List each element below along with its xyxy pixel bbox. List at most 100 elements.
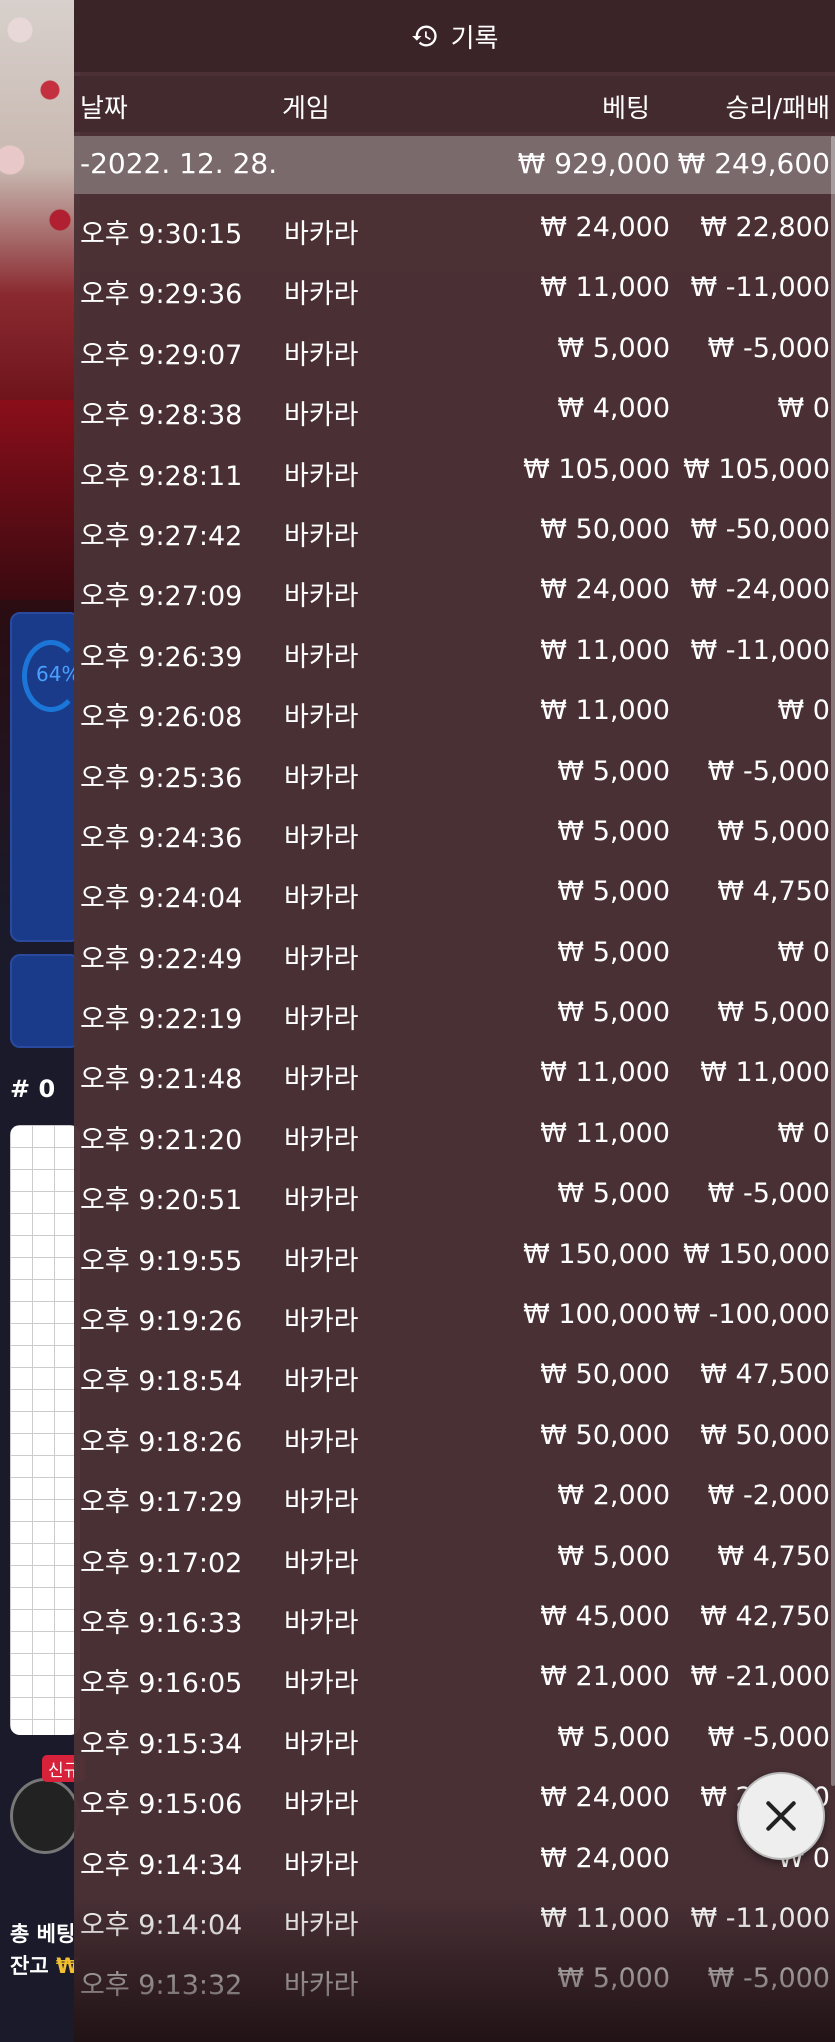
history-row[interactable]: 오후 9:29:36 바카라 ₩ 11,000 ₩ -11,000 bbox=[74, 258, 835, 318]
row-game: 바카라 bbox=[284, 1366, 359, 1398]
row-game: 바카라 bbox=[284, 702, 359, 734]
history-row[interactable]: 오후 9:29:07 바카라 ₩ 5,000 ₩ -5,000 bbox=[74, 319, 835, 379]
balance-row: 잔고 ₩ bbox=[10, 1950, 79, 1980]
date-summary-row[interactable]: -2022. 12. 28. ₩ 929,000 ₩ 249,600 bbox=[74, 136, 835, 194]
history-row[interactable]: 오후 9:24:04 바카라 ₩ 5,000 ₩ 4,750 bbox=[74, 862, 835, 922]
bet-panel-secondary[interactable] bbox=[10, 954, 80, 1048]
row-bet: ₩ 5,000 bbox=[557, 1178, 670, 1210]
row-bet: ₩ 11,000 bbox=[540, 1117, 670, 1149]
row-time: 오후 9:26:39 bbox=[80, 641, 243, 673]
row-time: 오후 9:28:11 bbox=[80, 460, 243, 492]
row-bet: ₩ 45,000 bbox=[540, 1600, 670, 1632]
history-row[interactable]: 오후 9:28:11 바카라 ₩ 105,000 ₩ 105,000 bbox=[74, 440, 835, 500]
row-result: ₩ 5,000 bbox=[717, 997, 830, 1029]
history-row[interactable]: 오후 9:22:19 바카라 ₩ 5,000 ₩ 5,000 bbox=[74, 983, 835, 1043]
history-row[interactable]: 오후 9:28:38 바카라 ₩ 4,000 ₩ 0 bbox=[74, 379, 835, 439]
row-time: 오후 9:19:55 bbox=[80, 1245, 243, 1277]
row-game: 바카라 bbox=[284, 641, 359, 673]
row-result: ₩ 0 bbox=[777, 1117, 830, 1149]
row-bet: ₩ 21,000 bbox=[540, 1661, 670, 1693]
summary-win-loss: ₩ 249,600 bbox=[677, 147, 830, 180]
row-result: ₩ 5,000 bbox=[717, 815, 830, 847]
history-row[interactable]: 오후 9:27:09 바카라 ₩ 24,000 ₩ -24,000 bbox=[74, 560, 835, 620]
history-row[interactable]: 오후 9:26:08 바카라 ₩ 11,000 ₩ 0 bbox=[74, 681, 835, 741]
row-game: 바카라 bbox=[284, 1728, 359, 1760]
history-row[interactable]: 오후 9:25:36 바카라 ₩ 5,000 ₩ -5,000 bbox=[74, 742, 835, 802]
history-list: 오후 9:30:15 바카라 ₩ 24,000 ₩ 22,800 오후 9:29:36 바… bbox=[74, 198, 835, 2010]
close-icon bbox=[766, 1801, 796, 1831]
row-result: ₩ -5,000 bbox=[707, 755, 830, 787]
history-row[interactable]: 오후 9:14:34 바카라 ₩ 24,000 ₩ 0 bbox=[74, 1829, 835, 1889]
history-row[interactable]: 오후 9:20:51 바카라 ₩ 5,000 ₩ -5,000 bbox=[74, 1164, 835, 1224]
row-result: ₩ -2,000 bbox=[707, 1480, 830, 1512]
history-row[interactable]: 오후 9:15:34 바카라 ₩ 5,000 ₩ -5,000 bbox=[74, 1708, 835, 1768]
history-row[interactable]: 오후 9:24:36 바카라 ₩ 5,000 ₩ 5,000 bbox=[74, 802, 835, 862]
row-result: ₩ 42,750 bbox=[700, 1600, 830, 1632]
row-bet: ₩ 50,000 bbox=[540, 513, 670, 545]
row-game: 바카라 bbox=[284, 943, 359, 975]
history-row[interactable]: 오후 9:16:33 바카라 ₩ 45,000 ₩ 42,750 bbox=[74, 1587, 835, 1647]
row-bet: ₩ 11,000 bbox=[540, 272, 670, 304]
row-result: ₩ 11,000 bbox=[700, 1057, 830, 1089]
row-game: 바카라 bbox=[284, 339, 359, 371]
row-game: 바카라 bbox=[284, 1306, 359, 1338]
row-bet: ₩ 5,000 bbox=[557, 332, 670, 364]
row-time: 오후 9:22:19 bbox=[80, 1004, 243, 1036]
row-result: ₩ 47,500 bbox=[700, 1359, 830, 1391]
row-time: 오후 9:16:05 bbox=[80, 1668, 243, 1700]
column-header-row: 날짜 게임 베팅 승리/패배 bbox=[74, 76, 835, 132]
row-bet: ₩ 150,000 bbox=[523, 1238, 670, 1270]
row-time: 오후 9:29:07 bbox=[80, 339, 243, 371]
row-bet: ₩ 24,000 bbox=[540, 212, 670, 243]
row-game: 바카라 bbox=[284, 1547, 359, 1579]
history-row[interactable]: 오후 9:17:02 바카라 ₩ 5,000 ₩ 4,750 bbox=[74, 1527, 835, 1587]
row-result: ₩ -11,000 bbox=[690, 272, 831, 304]
row-result: ₩ 0 bbox=[777, 936, 830, 968]
row-game: 바카라 bbox=[284, 1849, 359, 1881]
row-game: 바카라 bbox=[284, 1245, 359, 1277]
row-time: 오후 9:20:51 bbox=[80, 1185, 243, 1217]
row-time: 오후 9:26:08 bbox=[80, 702, 243, 734]
row-game: 바카라 bbox=[284, 1064, 359, 1096]
history-row[interactable]: 오후 9:15:06바카라₩ 24,000₩ 24,000 bbox=[74, 1768, 835, 1828]
panel-header: 기록 bbox=[74, 0, 835, 72]
history-row[interactable]: 오후 9:16:05 바카라 ₩ 21,000 ₩ -21,000 bbox=[74, 1647, 835, 1707]
row-time: 오후 9:25:36 bbox=[80, 762, 243, 794]
history-row[interactable]: 오후 9:21:48 바카라 ₩ 11,000 ₩ 11,000 bbox=[74, 1043, 835, 1103]
row-bet: ₩ 11,000 bbox=[540, 1057, 670, 1089]
row-time: 오후 9:27:09 bbox=[80, 581, 243, 613]
history-row[interactable]: 오후 9:26:39 바카라 ₩ 11,000 ₩ -11,000 bbox=[74, 621, 835, 681]
row-result: ₩ -11,000 bbox=[690, 634, 831, 666]
scrollbar[interactable] bbox=[831, 136, 835, 1786]
row-time: 오후 9:18:54 bbox=[80, 1366, 243, 1398]
history-row[interactable]: 오후 9:27:42 바카라 ₩ 50,000 ₩ -50,000 bbox=[74, 500, 835, 560]
history-row[interactable]: 오후 9:18:54 바카라 ₩ 50,000 ₩ 47,500 bbox=[74, 1345, 835, 1405]
history-panel: 기록 날짜 게임 베팅 승리/패배 -2022. 12. 28. ₩ 929,0… bbox=[74, 0, 835, 2042]
row-time: 오후 9:17:02 bbox=[80, 1547, 243, 1579]
row-bet: ₩ 11,000 bbox=[540, 695, 670, 727]
history-row[interactable]: 오후 9:17:29 바카라 ₩ 2,000 ₩ -2,000 bbox=[74, 1466, 835, 1526]
panel-title: 기록 bbox=[450, 23, 499, 54]
history-row[interactable]: 오후 9:21:20 바카라 ₩ 11,000 ₩ 0 bbox=[74, 1104, 835, 1164]
history-row[interactable]: 오후 9:18:26 바카라 ₩ 50,000 ₩ 50,000 bbox=[74, 1406, 835, 1466]
row-time: 오후 9:18:26 bbox=[80, 1426, 243, 1458]
row-time: 오후 9:17:29 bbox=[80, 1487, 243, 1519]
row-bet: ₩ 5,000 bbox=[557, 755, 670, 787]
row-result: ₩ 4,750 bbox=[717, 1540, 830, 1572]
row-game: 바카라 bbox=[284, 1607, 359, 1639]
row-game: 바카라 bbox=[284, 822, 359, 854]
total-bet-label: 총 베팅 bbox=[10, 1922, 76, 1946]
row-result: ₩ 50,000 bbox=[700, 1419, 830, 1451]
row-time: 오후 9:30:15 bbox=[80, 219, 243, 250]
history-row[interactable]: 오후 9:30:15 바카라 ₩ 24,000 ₩ 22,800 bbox=[74, 198, 835, 258]
row-bet: ₩ 100,000 bbox=[523, 1299, 670, 1331]
history-row[interactable]: 오후 9:22:49 바카라 ₩ 5,000 ₩ 0 bbox=[74, 923, 835, 983]
column-bet: 베팅 bbox=[602, 94, 650, 124]
close-button[interactable] bbox=[737, 1772, 825, 1860]
chip-button[interactable] bbox=[10, 1778, 80, 1854]
row-result: ₩ 0 bbox=[777, 393, 830, 425]
row-time: 오후 9:24:04 bbox=[80, 883, 243, 915]
history-row[interactable]: 오후 9:19:55 바카라 ₩ 150,000 ₩ 150,000 bbox=[74, 1225, 835, 1285]
history-row[interactable]: 오후 9:19:26 바카라 ₩ 100,000 ₩ -100,000 bbox=[74, 1285, 835, 1345]
row-game: 바카라 bbox=[284, 581, 359, 613]
